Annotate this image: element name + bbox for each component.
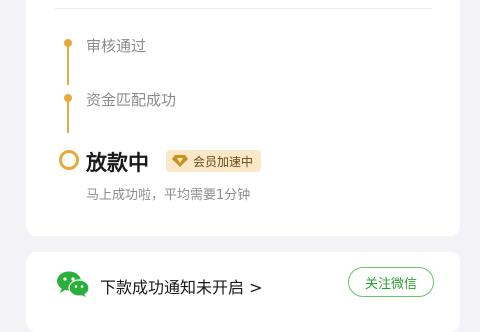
timeline-line — [67, 43, 69, 85]
timeline-current-ring-icon — [59, 150, 79, 170]
diamond-icon — [172, 155, 188, 167]
timeline-dot-icon — [64, 94, 72, 102]
loan-progress-card: 审核通过 资金匹配成功 放款中 会员加速中 马上成功啦，平均需要1分钟 — [26, 0, 460, 236]
notification-disabled-link[interactable]: 下款成功通知未开启 > — [100, 274, 263, 298]
wechat-icon — [57, 271, 89, 297]
badge-label: 会员加速中 — [193, 154, 254, 169]
member-accelerating-badge: 会员加速中 — [166, 150, 262, 172]
divider — [54, 8, 432, 9]
notification-card: 下款成功通知未开启 > 关注微信 — [26, 252, 460, 332]
timeline-line — [67, 99, 69, 133]
step-fund-matched-label: 资金匹配成功 — [86, 91, 177, 109]
step-approved-label: 审核通过 — [86, 37, 147, 55]
current-step-description: 马上成功啦，平均需要1分钟 — [86, 188, 251, 203]
current-step-label: 放款中 — [86, 151, 149, 175]
follow-wechat-button[interactable]: 关注微信 — [348, 267, 434, 297]
timeline-dot-icon — [64, 39, 72, 47]
